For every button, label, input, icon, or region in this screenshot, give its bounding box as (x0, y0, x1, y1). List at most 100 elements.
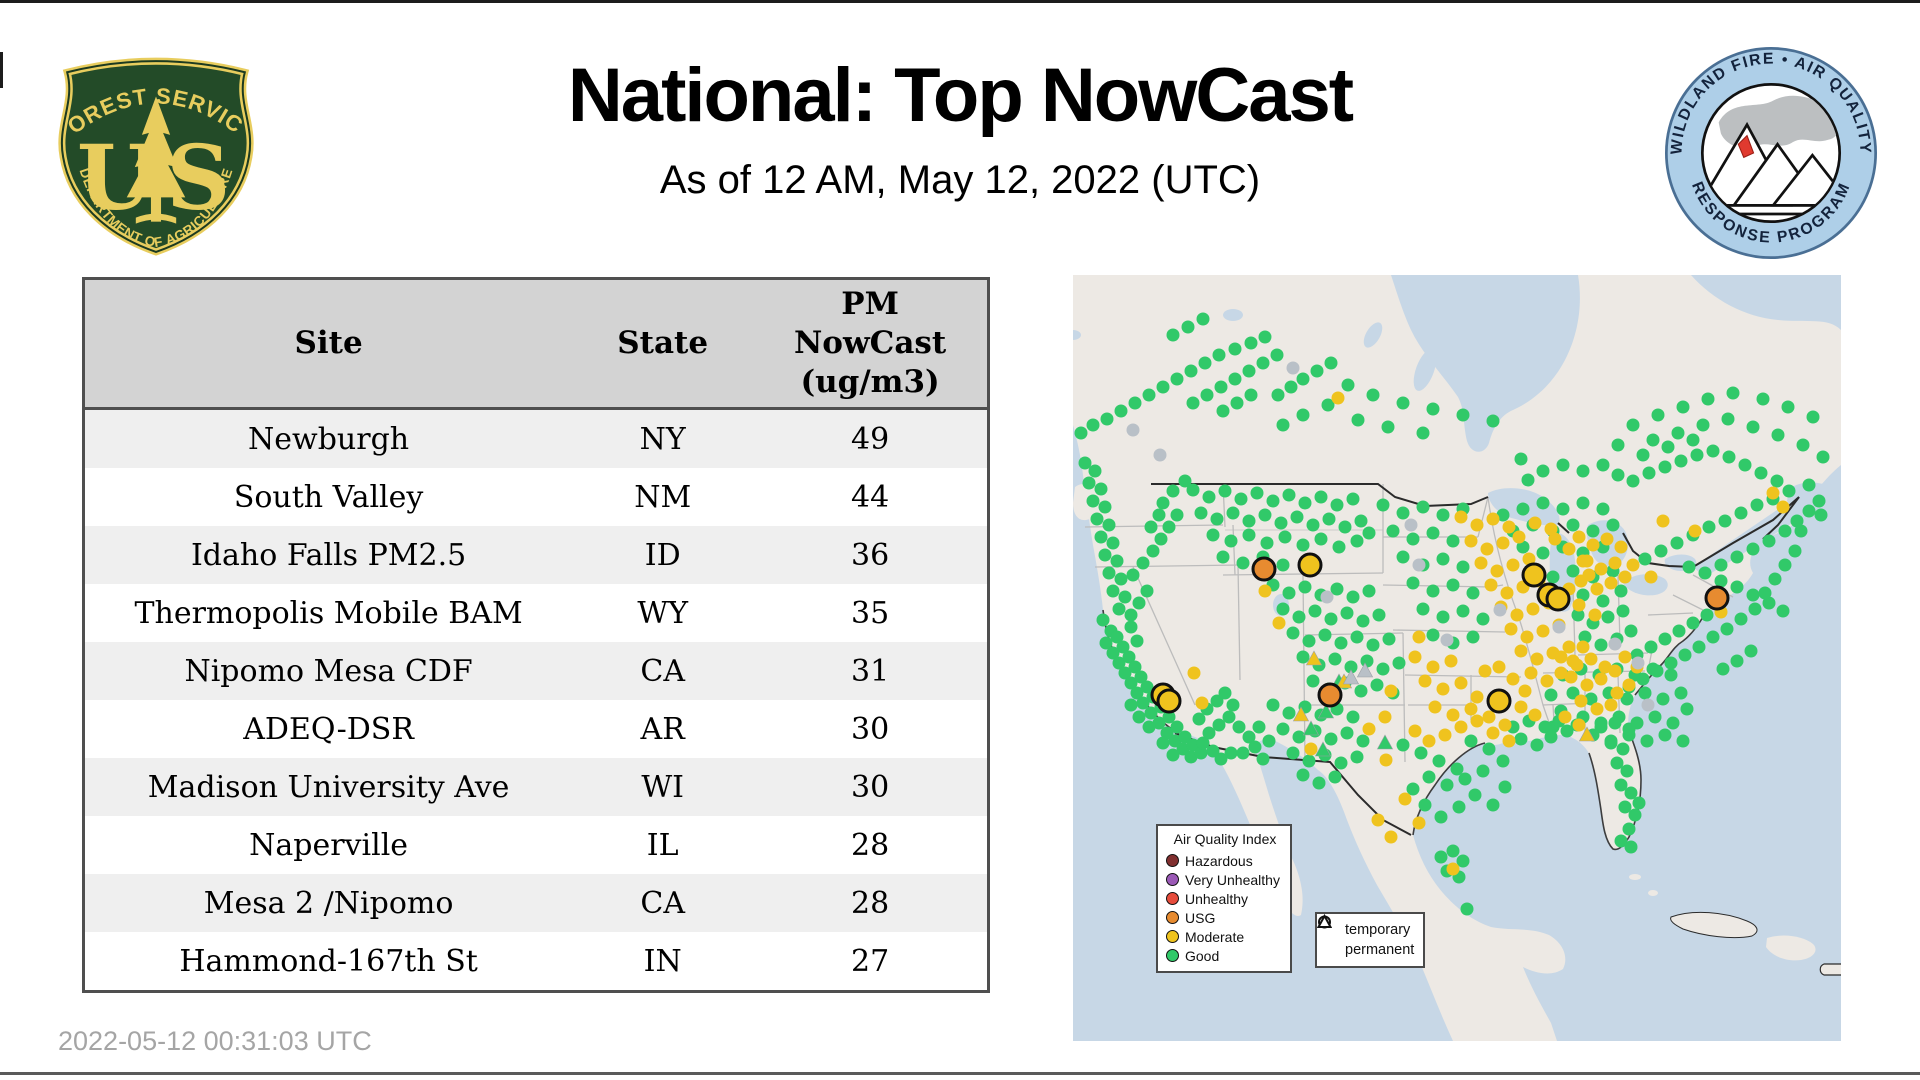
table-row: Naperville IL 28 (83, 816, 989, 874)
monitor-dot-moderate (1766, 486, 1780, 500)
monitor-dot-moderate (1614, 540, 1628, 554)
monitor-dot-good (1616, 604, 1630, 618)
monitor-dot-good (1676, 734, 1690, 748)
monitor-dot-good (1601, 610, 1615, 624)
monitor-dot-good (1132, 596, 1146, 610)
monitor-dot-good (1226, 506, 1240, 520)
monitor-dot-moderate (1398, 792, 1412, 806)
monitor-dot-good (1152, 508, 1166, 522)
monitor-dot-good (1166, 328, 1180, 342)
monitor-dot-good (1306, 518, 1320, 532)
monitor-dot-moderate (1496, 536, 1510, 550)
monitor-dot-moderate (1482, 710, 1496, 724)
generation-timestamp: 2022-05-12 00:31:03 UTC (58, 1026, 372, 1056)
monitor-dot-good (1194, 506, 1208, 520)
monitor-dot-good (1778, 558, 1792, 572)
monitor-dot-moderate (1572, 598, 1586, 612)
monitor-dot-good (1781, 400, 1795, 414)
monitor-dot-moderate (1590, 582, 1604, 596)
monitor-dot-good (1658, 728, 1672, 742)
monitor-dot-good (1734, 506, 1748, 520)
monitor-dot-good (1086, 418, 1100, 432)
monitor-dot-good (1636, 448, 1650, 462)
monitor-dot-good (1296, 408, 1310, 422)
monitor-dot-moderate (1502, 734, 1516, 748)
monitor-dot-moderate (1412, 630, 1426, 644)
monitor-dot-good (1556, 502, 1570, 516)
monitor-dot-good (1222, 710, 1236, 724)
monitor-dot-good (1434, 850, 1448, 864)
cell-value: 31 (851, 653, 890, 689)
monitor-dot-good (1162, 520, 1176, 534)
monitor-dot-moderate (1438, 728, 1452, 742)
monitor-dot-good (1771, 428, 1785, 442)
monitor-dot-good (1460, 902, 1474, 916)
monitor-dot-good (1206, 528, 1220, 542)
monitor-dot-good (1330, 498, 1344, 512)
monitor-dot-unavailable (1412, 558, 1426, 572)
monitor-dot-moderate (1492, 660, 1506, 674)
monitor-dot-good (1680, 702, 1694, 716)
monitor-dot-moderate (1187, 666, 1201, 680)
monitor-dot-good (1434, 810, 1448, 824)
monitor-dot-moderate (1454, 676, 1468, 690)
usg-dot-icon (1166, 911, 1179, 924)
monitor-dot-good (1611, 438, 1625, 452)
monitor-dot-good (1642, 466, 1656, 480)
monitor-dot-good (1690, 448, 1704, 462)
monitor-dot-good (1262, 734, 1276, 748)
monitor-dot-good (1626, 474, 1640, 488)
monitor-dot-moderate (1608, 556, 1622, 570)
monitor-dot-good (1128, 396, 1142, 410)
monitor-dot-good (1606, 518, 1620, 532)
monitor-dot-good (1334, 756, 1348, 770)
monitor-dot-good (1624, 840, 1638, 854)
monitor-dot-moderate (1564, 670, 1578, 684)
monitor-dot-good (1346, 710, 1360, 724)
monitor-dot-good (1170, 372, 1184, 386)
monitor-dot-good (1682, 560, 1696, 574)
monitor-dot-good (1586, 524, 1600, 538)
monitor-dot-moderate (1580, 678, 1594, 692)
monitor-dot-good (1616, 742, 1630, 756)
monitor-dot-good (1706, 630, 1720, 644)
monitor-dot-good (1094, 530, 1108, 544)
monitor-dot-good (1114, 572, 1128, 586)
monitor-dot-good (1670, 536, 1684, 550)
monitor-dot-good (1686, 616, 1700, 630)
monitor-dot-good (1088, 464, 1102, 478)
monitor-dot-good (1214, 380, 1228, 394)
monitor-dot-good (1770, 474, 1784, 488)
monitor-dot-good (1248, 740, 1262, 754)
monitor-dot-good (1202, 490, 1216, 504)
column-header-state: State (572, 278, 754, 410)
monitor-dot-moderate (1258, 584, 1272, 598)
monitor-dot-good (1544, 688, 1558, 702)
legend-label: temporary (1345, 922, 1411, 938)
monitor-dot-good (1314, 532, 1328, 546)
monitor-dot-good (1802, 478, 1816, 492)
monitor-dot-good (1692, 640, 1706, 654)
cell-state: AR (640, 711, 685, 747)
top-site-marker (1297, 552, 1323, 578)
monitor-dot-moderate (1644, 570, 1658, 584)
monitor-dot-good (1124, 698, 1138, 712)
monitor-dot-good (1672, 624, 1686, 638)
monitor-dot-good (1258, 508, 1272, 522)
monitor-dot-moderate (1436, 682, 1450, 696)
monitor-dot-good (1230, 396, 1244, 410)
monitor-dot-good (1416, 426, 1430, 440)
monitor-dot-good (1094, 482, 1108, 496)
cell-value: 44 (851, 479, 890, 515)
monitor-dot-good (1271, 388, 1285, 402)
monitor-dot-good (1406, 532, 1420, 546)
monitor-dot-good (1181, 320, 1195, 334)
monitor-dot-good (1100, 412, 1114, 426)
monitor-dot-good (1748, 602, 1762, 616)
monitor-dot-good (1156, 496, 1170, 510)
monitor-dot-good (1256, 356, 1270, 370)
very_unhealthy-dot-icon (1166, 873, 1179, 886)
monitor-dot-good (1796, 438, 1810, 452)
legend-label: Unhealthy (1185, 890, 1249, 907)
monitor-dot-good (1536, 496, 1550, 510)
